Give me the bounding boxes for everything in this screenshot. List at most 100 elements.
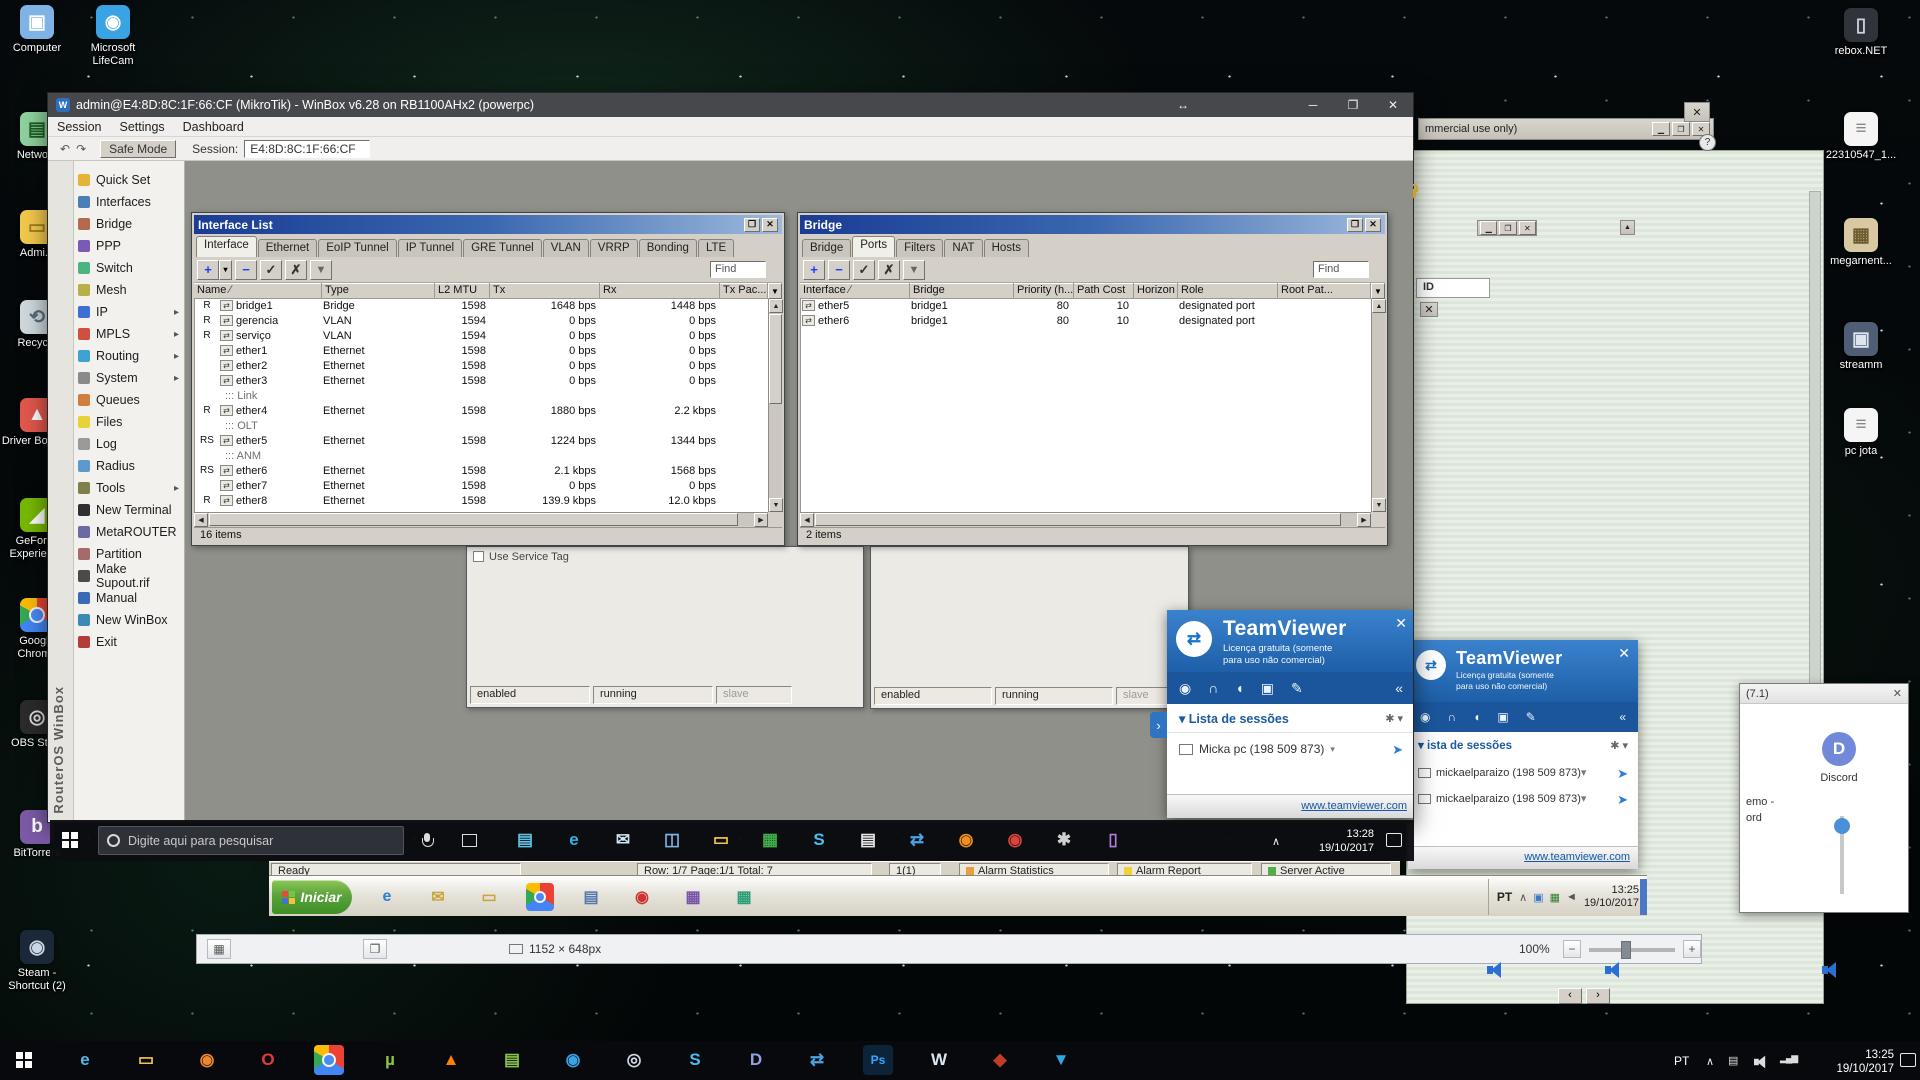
taskbar-icon-grid[interactable]: ▦ (679, 883, 707, 911)
column-header-tx-pac[interactable]: Tx Pac... (720, 283, 768, 299)
sidebar-item-manual[interactable]: Manual (74, 587, 184, 609)
table-row[interactable]: R ⇄ bridge1 Bridge 1598 1648 bps 1448 bps (195, 299, 768, 314)
sidebar-item-make-supout[interactable]: Make Supout.rif (74, 562, 184, 590)
add-button[interactable]: + (803, 259, 825, 280)
taskbar-icon-skype[interactable]: S (804, 825, 834, 855)
vertical-scrollbar[interactable]: ▲ ▼ (768, 299, 783, 512)
connect-cursor-icon[interactable]: ➤ (1392, 742, 1403, 758)
table-row[interactable]: ⇄ ether2 Ethernet 1598 0 bps 0 bps (195, 359, 768, 374)
video-icon[interactable]: ◉ (1420, 710, 1430, 724)
collapse-icon[interactable]: « (1619, 710, 1626, 724)
alarm-report[interactable]: Alarm Report (1117, 863, 1252, 876)
table-row[interactable]: ⇄ ether3 Ethernet 1598 0 bps 0 bps (195, 374, 768, 389)
menu-item-dashboard[interactable]: Dashboard (174, 118, 253, 136)
disable-button[interactable]: ✗ (285, 259, 307, 280)
nav-forward-button[interactable]: › (1586, 988, 1610, 1004)
taskbar-icon-ie[interactable]: e (70, 1045, 100, 1075)
close-icon[interactable]: ✕ (1373, 93, 1413, 117)
table-row[interactable]: ⇄ ether7 Ethernet 1598 0 bps 0 bps (195, 479, 768, 494)
table-row[interactable]: R ⇄ ether8 Ethernet 1598 139.9 kbps 12.0 kbps (195, 494, 768, 509)
find-input[interactable]: Find (710, 261, 766, 278)
taskbar-icon-media[interactable]: ◉ (628, 883, 656, 911)
close-button[interactable]: ✕ (1684, 102, 1710, 122)
voip-icon[interactable]: ∩ (1447, 710, 1456, 724)
taskbar-icon-firefox[interactable]: ◉ (951, 825, 981, 855)
disable-button[interactable]: ✗ (878, 259, 900, 280)
sidebar-item-routing[interactable]: Routing ▸ (74, 345, 184, 367)
column-header-name[interactable]: Name ∕ (194, 283, 322, 299)
antivirus-icon[interactable]: ▣ (1533, 891, 1543, 904)
scroll-left-icon[interactable]: ◀ (800, 513, 814, 527)
grid-view-icon[interactable]: ▦ (207, 939, 231, 959)
show-hidden-icons[interactable]: ∧ (1272, 835, 1280, 848)
close-icon[interactable]: ✕ (762, 217, 778, 232)
taskbar-icon-edge[interactable]: e (559, 825, 589, 855)
filter-icon[interactable]: ▼ (310, 259, 332, 280)
desktop-icon-rebox-net[interactable]: ▯ rebox.NET (1824, 8, 1898, 58)
column-header-role[interactable]: Role (1178, 283, 1278, 299)
taskbar-icon-word[interactable]: ▤ (577, 883, 605, 911)
find-input[interactable]: Find (1313, 261, 1369, 278)
add-button[interactable]: + (197, 259, 219, 280)
horizontal-scrollbar[interactable]: ◀ ▶ (800, 512, 1371, 527)
nav-back-button[interactable]: ‹ (1558, 988, 1582, 1004)
table-row[interactable]: RS ⇄ ether5 Ethernet 1598 1224 bps 1344 bps (195, 434, 768, 449)
filter-icon[interactable]: ▼ (903, 259, 925, 280)
sidebar-item-files[interactable]: Files (74, 411, 184, 433)
column-header-horizon[interactable]: Horizon (1134, 283, 1178, 299)
server-active[interactable]: Server Active (1261, 863, 1391, 876)
taskbar-icon-kodi[interactable]: ▼ (1046, 1045, 1076, 1075)
window-snap-icon[interactable]: ❐ (363, 939, 387, 959)
tab-bridge[interactable]: Bridge (802, 239, 852, 257)
taskbar-icon-people[interactable]: ◫ (657, 825, 687, 855)
minimize-icon[interactable]: ─ (1293, 93, 1333, 117)
tab-nat[interactable]: NAT (944, 239, 983, 257)
notification-center-icon[interactable] (1386, 833, 1402, 847)
file-transfer-icon[interactable]: ▣ (1261, 680, 1274, 697)
tab-gre-tunnel[interactable]: GRE Tunnel (463, 239, 542, 257)
taskbar-icon-notepad[interactable]: ▤ (497, 1045, 527, 1075)
sidebar-item-switch[interactable]: Switch (74, 257, 184, 279)
taskbar-icon-media-player[interactable]: ◉ (192, 1045, 222, 1075)
service-tag-option[interactable]: Use Service Tag (473, 551, 569, 563)
close-icon[interactable]: ✕ (1365, 217, 1381, 232)
table-row[interactable]: RS ⇄ ether6 Ethernet 1598 2.1 kbps 1568 bps (195, 464, 768, 479)
panel-collapse-tab[interactable]: › (1150, 712, 1167, 738)
taskbar-icon-folder[interactable]: ▭ (475, 883, 503, 911)
sidebar-item-queues[interactable]: Queues (74, 389, 184, 411)
scroll-up-icon[interactable]: ▲ (769, 299, 783, 313)
bridge-titlebar[interactable]: Bridge ❐ ✕ (800, 215, 1385, 234)
column-header-path-cost[interactable]: Path Cost (1074, 283, 1134, 299)
session-item[interactable]: mickaelparaizo (198 509 873) ▾ (1418, 766, 1586, 779)
column-header-interface[interactable]: Interface ∕ (800, 283, 910, 299)
scroll-up-icon[interactable]: ▲ (1620, 220, 1635, 235)
safe-mode-button[interactable]: Safe Mode (100, 139, 177, 158)
network-icon[interactable]: ▦ (1550, 891, 1560, 904)
minimize-icon[interactable]: ▁ (1480, 221, 1498, 235)
remote-clock[interactable]: 13:28 19/10/2017 (1312, 828, 1374, 856)
speaker-icon[interactable] (1822, 962, 1842, 978)
collapse-icon[interactable]: « (1395, 680, 1403, 696)
sidebar-item-new-terminal[interactable]: New Terminal (74, 499, 184, 521)
file-transfer-icon[interactable]: ▣ (1497, 710, 1508, 724)
teamviewer-website-link[interactable]: www.teamviewer.com (1524, 851, 1630, 863)
restore-icon[interactable]: ❐ (1333, 93, 1373, 117)
close-icon[interactable]: ✕ (1395, 616, 1407, 630)
sidebar-item-bridge[interactable]: Bridge (74, 213, 184, 235)
show-hidden-icons[interactable]: ∧ (1706, 1055, 1714, 1068)
table-row[interactable]: R ⇄ ether4 Ethernet 1598 1880 bps 2.2 kbps (195, 404, 768, 419)
scrollbar-thumb[interactable] (209, 513, 738, 526)
sidebar-item-system[interactable]: System ▸ (74, 367, 184, 389)
gear-icon[interactable]: ✱ ▾ (1610, 739, 1628, 752)
taskbar-icon-discord[interactable]: D (741, 1045, 771, 1075)
tab-lte[interactable]: LTE (697, 239, 735, 257)
taskbar-icon-winbox[interactable]: W (924, 1045, 954, 1075)
table-row[interactable]: ⇄ ether1 Ethernet 1598 0 bps 0 bps (195, 344, 768, 359)
table-row[interactable]: ⇄ ether6 bridge1 80 10 designated port (801, 314, 1371, 329)
tab-filters[interactable]: Filters (896, 239, 944, 257)
sidebar-item-exit[interactable]: Exit (74, 631, 184, 653)
language-indicator[interactable]: PT (1497, 890, 1512, 904)
taskbar-icon-vlc[interactable]: ▲ (436, 1045, 466, 1075)
sidebar-item-ip[interactable]: IP ▸ (74, 301, 184, 323)
sidebar-item-tools[interactable]: Tools ▸ (74, 477, 184, 499)
